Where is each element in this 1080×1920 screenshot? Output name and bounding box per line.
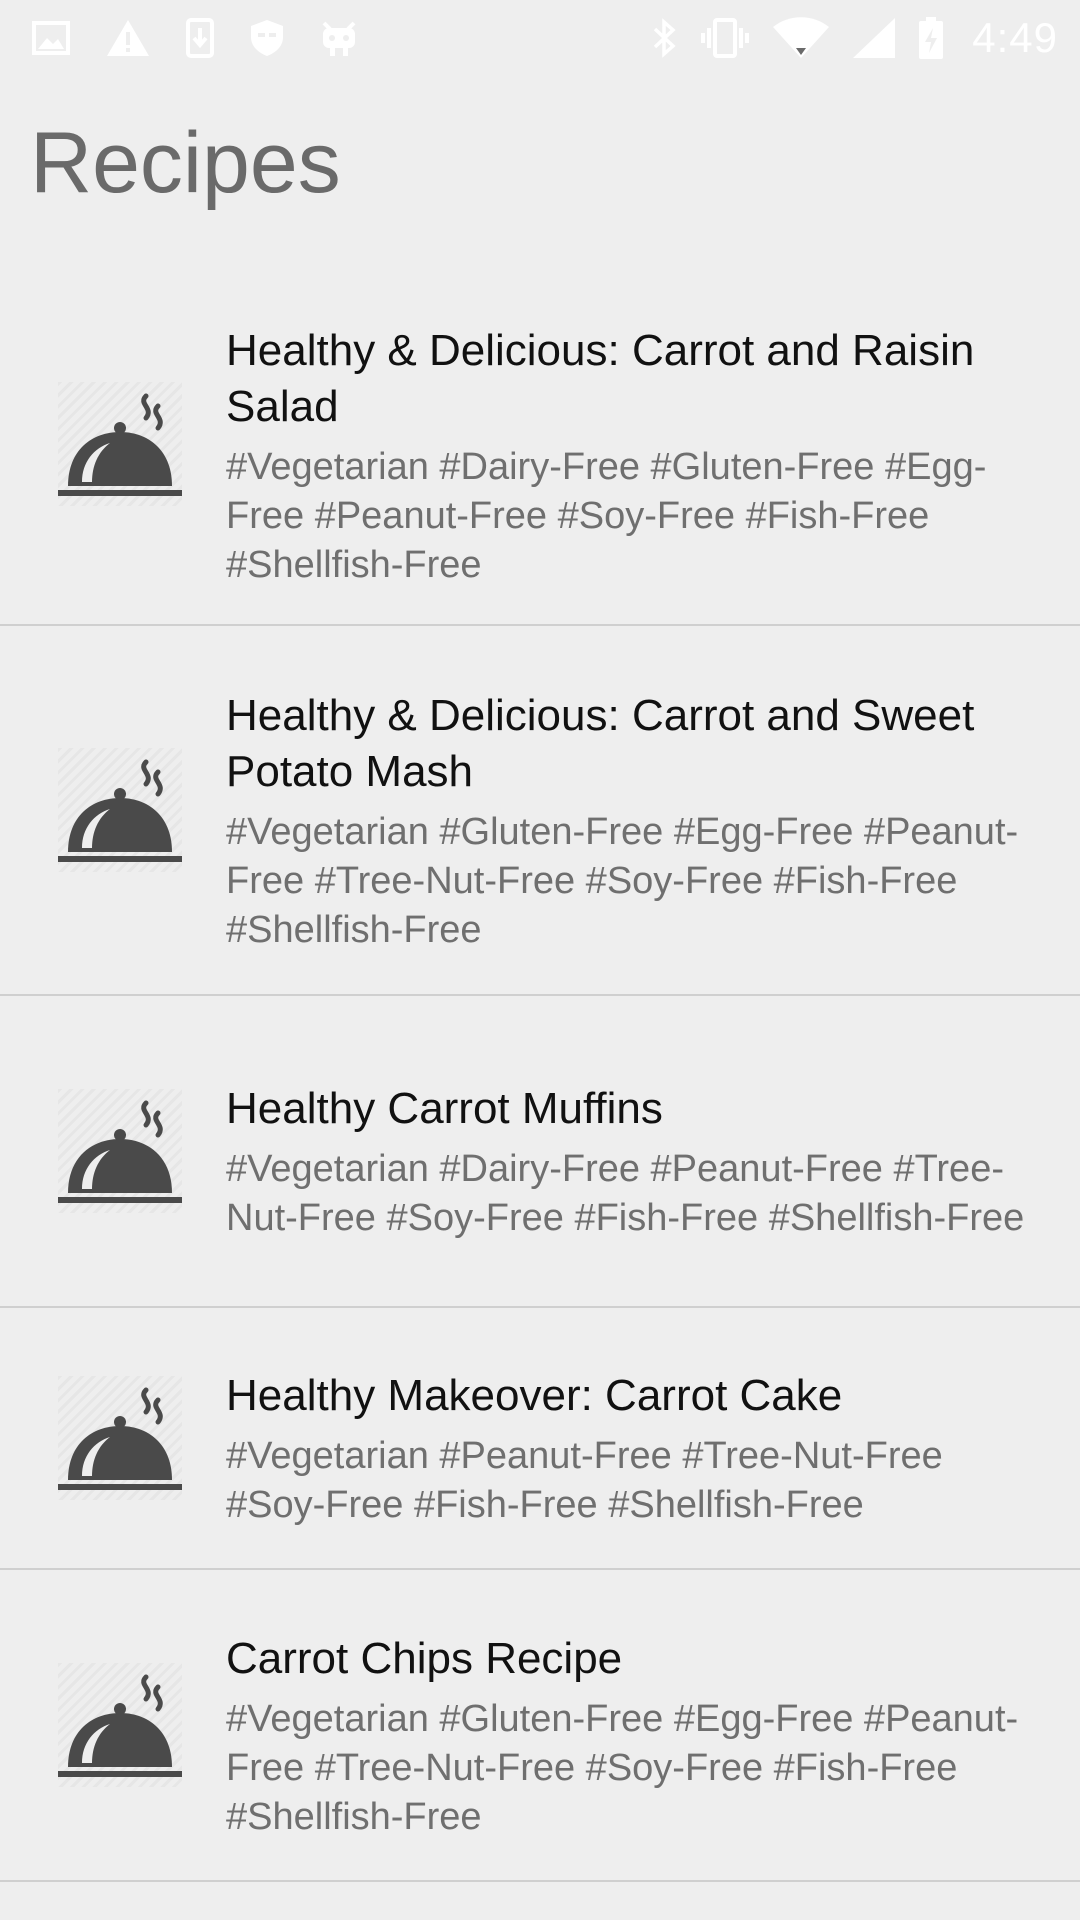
cloche-icon	[58, 1376, 182, 1500]
status-bar-notifications	[32, 18, 394, 58]
recipe-title: Healthy & Delicious: Carrot and Raisin S…	[226, 325, 975, 431]
cloche-icon	[58, 382, 182, 506]
recipe-list-item[interactable]: Carrot Chips Recipe #Vegetarian #Gluten-…	[0, 1570, 1080, 1882]
recipe-title: Carrot Chips Recipe	[226, 1633, 623, 1683]
bluetooth-icon	[652, 18, 678, 58]
recipe-tags: #Vegetarian #Dairy-Free #Gluten-Free #Eg…	[226, 445, 987, 586]
wifi-icon	[772, 17, 830, 59]
recipe-list-item[interactable]: Healthy Carrot Muffins #Vegetarian #Dair…	[0, 996, 1080, 1308]
recipe-text: Healthy Carrot Muffins #Vegetarian #Dair…	[226, 1081, 1050, 1243]
status-time: 4:49	[972, 14, 1058, 61]
download-icon	[186, 18, 214, 58]
recipe-tags: #Vegetarian #Dairy-Free #Peanut-Free #Tr…	[226, 1148, 1025, 1239]
battery-icon	[918, 16, 944, 60]
status-bar: 4:49	[0, 0, 1080, 76]
recipe-list-item[interactable]: Healthy & Delicious: Carrot and Raisin S…	[0, 264, 1080, 626]
page-title: Recipes	[30, 115, 341, 211]
recipe-text: Healthy & Delicious: Carrot and Raisin S…	[226, 323, 1050, 590]
recipe-tags: #Vegetarian #Peanut-Free #Tree-Nut-Free …	[226, 1435, 943, 1526]
cloche-icon	[58, 1663, 182, 1787]
cloche-icon	[58, 1089, 182, 1213]
recipe-title: Healthy Makeover: Carrot Cake	[226, 1371, 843, 1420]
signal-icon	[852, 17, 896, 59]
recipe-title: Healthy Carrot Muffins	[226, 1084, 663, 1133]
recipe-text: Carrot Chips Recipe #Vegetarian #Gluten-…	[226, 1631, 1050, 1842]
shield-icon	[250, 19, 284, 57]
vibrate-icon	[700, 18, 750, 58]
recipe-tags: #Vegetarian #Gluten-Free #Egg-Free #Pean…	[226, 810, 1019, 951]
recipe-title: Healthy & Delicious: Carrot and Sweet Po…	[226, 690, 975, 796]
recipes-screen: 4:49 Recipes Healthy & Delicious: Carrot…	[0, 0, 1080, 1920]
recipe-list-item[interactable]: Healthy & Delicious: Carrot and Sweet Po…	[0, 626, 1080, 996]
image-icon	[32, 21, 70, 55]
recipe-tags: #Vegetarian #Gluten-Free #Egg-Free #Pean…	[226, 1697, 1019, 1838]
recipe-text: Healthy & Delicious: Carrot and Sweet Po…	[226, 688, 1050, 955]
recipe-text: Healthy Makeover: Carrot Cake #Vegetaria…	[226, 1368, 1050, 1530]
recipe-list-item[interactable]: Healthy Makeover: Carrot Cake #Vegetaria…	[0, 1308, 1080, 1570]
warning-icon	[106, 19, 150, 57]
cloche-icon	[58, 748, 182, 872]
status-bar-system: 4:49	[630, 14, 1058, 62]
recipe-list: Healthy & Delicious: Carrot and Raisin S…	[0, 264, 1080, 1882]
android-debug-icon	[320, 19, 358, 57]
